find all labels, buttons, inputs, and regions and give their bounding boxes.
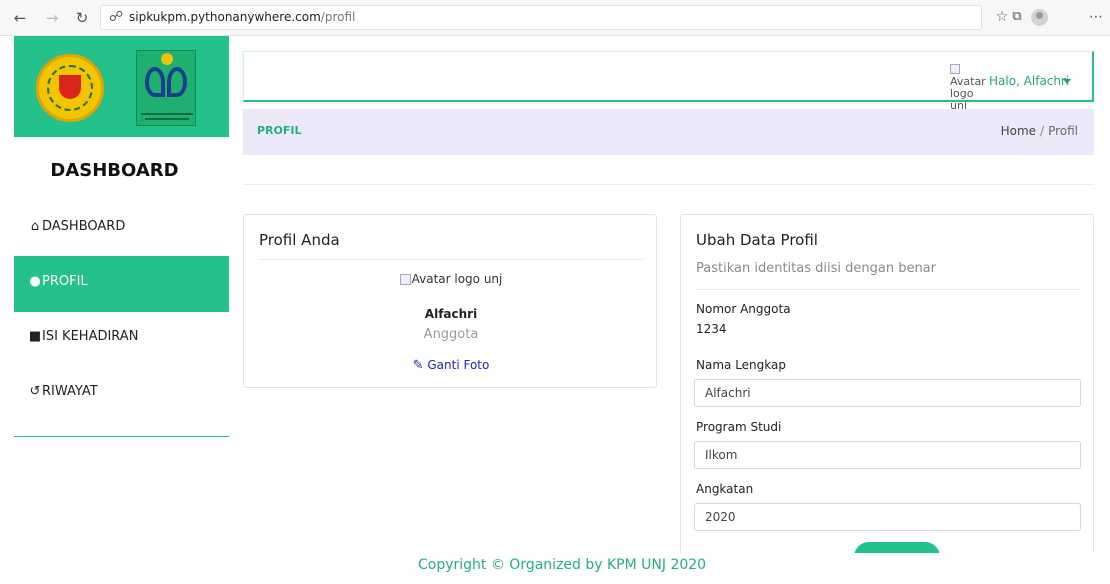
card-divider — [696, 289, 1080, 290]
sidebar-item-profil[interactable]: ● PROFIL — [14, 256, 229, 312]
history-icon: ↺ — [29, 384, 41, 399]
profile-name: Alfachri — [424, 307, 478, 321]
breadcrumb: Home / Profil — [1001, 124, 1078, 138]
globe-icon: ☍ — [109, 9, 124, 25]
edit-profile-card: Ubah Data Profil Pastikan identitas diis… — [680, 214, 1094, 572]
study-program-label: Program Studi — [696, 420, 782, 434]
broken-image-icon — [399, 274, 411, 285]
footer: Copyright © Organized by KPM UNJ 2020 — [229, 553, 1110, 584]
profile-role: Anggota — [423, 327, 479, 342]
page-header: PROFIL Home / Profil — [243, 109, 1094, 155]
breadcrumb-current: Profil — [1048, 124, 1078, 138]
broken-image-icon — [950, 64, 960, 74]
back-icon[interactable]: ← — [10, 8, 30, 28]
sidebar-item-dashboard[interactable]: ⌂ DASHBOARD — [14, 201, 229, 257]
card-divider — [259, 259, 643, 260]
avatar-broken-image[interactable]: Avatar logo unj — [950, 64, 986, 112]
page-title: PROFIL — [257, 124, 302, 137]
sidebar-item-isi-kehadiran[interactable]: ■ ISI KEHADIRAN — [14, 311, 229, 367]
sidebar-item-label: DASHBOARD — [42, 219, 126, 234]
refresh-icon[interactable]: ↻ — [72, 8, 92, 28]
address-bar[interactable]: ☍ sipkukpm.pythonanywhere.com/profil — [100, 5, 982, 30]
edit-card-title: Ubah Data Profil — [696, 231, 818, 249]
sidebar-title: DASHBOARD — [50, 160, 179, 181]
change-photo-link[interactable]: ✎ Ganti Foto — [244, 358, 658, 373]
content-divider — [243, 184, 1094, 185]
breadcrumb-home[interactable]: Home — [1001, 124, 1036, 138]
member-number-label: Nomor Anggota — [696, 302, 791, 316]
footer-copyright: Copyright © Organized by KPM UNJ 2020 — [418, 557, 707, 573]
year-label: Angkatan — [696, 482, 754, 496]
sidebar: DASHBOARD ⌂ DASHBOARD ● PROFIL ■ ISI KEH… — [0, 36, 229, 584]
full-name-label: Nama Lengkap — [696, 358, 786, 372]
user-greeting-dropdown[interactable]: Halo, Alfachri — [989, 74, 1072, 88]
profile-card-title: Profil Anda — [259, 231, 340, 249]
forward-icon[interactable]: → — [42, 8, 62, 28]
edit-card-subtitle: Pastikan identitas diisi dengan benar — [696, 261, 936, 276]
book-icon: ■ — [28, 329, 42, 344]
unj-logo — [36, 54, 104, 122]
sidebar-item-label: ISI KEHADIRAN — [42, 329, 139, 344]
breadcrumb-separator: / — [1040, 124, 1045, 138]
logo-band — [14, 36, 229, 137]
caret-down-icon — [1063, 79, 1072, 84]
more-icon[interactable]: ⋯ — [1087, 9, 1105, 25]
home-icon: ⌂ — [30, 219, 40, 234]
pencil-icon: ✎ — [412, 358, 424, 373]
profile-avatar: Avatar logo unj — [244, 272, 658, 286]
profile-card: Profil Anda Avatar logo unj Alfachri Ang… — [243, 214, 657, 388]
user-icon: ● — [29, 274, 41, 289]
collections-icon[interactable]: ⧉ — [1008, 9, 1026, 24]
kpm-logo — [136, 50, 196, 126]
sidebar-divider — [14, 436, 229, 437]
member-number-value: 1234 — [696, 322, 727, 336]
full-name-field[interactable]: Alfachri — [694, 379, 1081, 407]
top-navbar: Avatar logo unj Halo, Alfachri — [243, 51, 1094, 112]
profile-icon[interactable] — [1031, 9, 1048, 26]
sidebar-item-riwayat[interactable]: ↺ RIWAYAT — [14, 366, 229, 422]
browser-toolbar: ← → ↻ ☍ sipkukpm.pythonanywhere.com/prof… — [0, 0, 1110, 36]
year-field[interactable]: 2020 — [694, 503, 1081, 531]
sidebar-item-label: RIWAYAT — [42, 384, 98, 399]
study-program-field[interactable]: Ilkom — [694, 441, 1081, 469]
sidebar-item-label: PROFIL — [42, 274, 88, 289]
url-text: sipkukpm.pythonanywhere.com/profil — [129, 10, 356, 24]
